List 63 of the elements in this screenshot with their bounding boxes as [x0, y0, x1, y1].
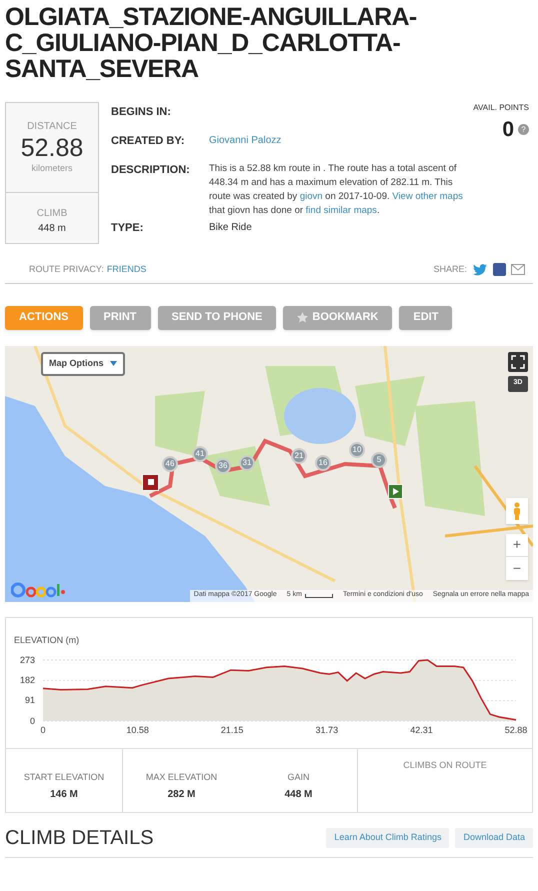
action-button[interactable]: SEND TO PHONE [158, 306, 276, 330]
page-title: OLGIATA_STAZIONE-ANGUILLARA-C_GIULIANO-PIAN_D_CARLOTTA-SANTA_SEVERA [5, 2, 418, 82]
x-tick-label: 0 [39, 724, 46, 736]
map-options-dropdown[interactable]: Map Options [41, 352, 124, 376]
stat-value: 282 M [168, 788, 196, 802]
finish-marker-icon [142, 474, 159, 490]
climb-label: CLIMB [36, 207, 68, 221]
action-button[interactable]: BOOKMARK [283, 306, 392, 330]
y-tick-label: 0 [28, 716, 35, 726]
field-label: CREATED BY: [111, 134, 186, 149]
climbs-label: CLIMBS ON ROUTE [403, 758, 487, 772]
street-view-button[interactable] [506, 498, 528, 524]
x-tick-label: 42.31 [409, 724, 434, 736]
points-label: AVAIL. POINTS [473, 102, 529, 114]
section-title: CLIMB DETAILS [5, 826, 155, 850]
x-tick-label: 10.58 [125, 724, 150, 736]
distance-value: 52.88 [20, 134, 84, 162]
zoom-out-button[interactable]: − [506, 556, 528, 580]
field-label: DESCRIPTION: [111, 163, 191, 178]
share-label: SHARE: [433, 263, 467, 276]
description-link[interactable]: giovn [300, 191, 323, 202]
stat-value: 146 M [50, 788, 78, 802]
stat-label: MAX ELEVATION [146, 770, 218, 784]
creator-link[interactable]: Giovanni Palozz [209, 133, 282, 162]
points-value: 0 [502, 117, 514, 143]
y-tick-label: 273 [18, 654, 35, 664]
climb-button[interactable]: Learn About Climb Ratings [326, 828, 450, 848]
route-type: Bike Ride [209, 221, 252, 235]
help-icon[interactable]: ? [518, 124, 529, 136]
y-tick-label: 182 [18, 674, 35, 685]
email-icon[interactable] [511, 264, 525, 276]
x-tick-label: 21.15 [220, 724, 244, 736]
zoom-in-button[interactable]: + [506, 534, 528, 556]
scale-bar-icon [304, 594, 333, 598]
climb-button[interactable]: Download Data [455, 828, 533, 848]
privacy-label: ROUTE PRIVACY: [29, 263, 104, 276]
privacy-link[interactable]: FRIENDS [106, 263, 146, 276]
stat-value: 448 M [284, 788, 312, 802]
stat-label: START ELEVATION [24, 770, 104, 784]
description-link[interactable]: View other maps [392, 191, 463, 202]
facebook-icon[interactable] [493, 263, 506, 276]
action-button[interactable]: ACTIONS [5, 306, 82, 330]
field-label: BEGINS IN: [111, 105, 172, 120]
description-text: This is a 52.88 km route in . The route has a total ascent of 448.34 m and has a maximum elevation of 282.11 m. This route was created by giovn on 2017-10-09. View other maps that giovn has done or find similar maps. [209, 162, 464, 218]
fullscreen-button[interactable] [508, 352, 528, 372]
field-label: TYPE: [111, 221, 144, 236]
y-tick-label: 91 [24, 695, 35, 706]
twitter-icon[interactable] [473, 264, 487, 276]
description-link[interactable]: find similar maps [306, 205, 377, 216]
distance-unit: kilometers [31, 162, 72, 175]
star-icon [297, 312, 308, 323]
start-marker-icon [388, 484, 403, 498]
caret-icon [110, 361, 116, 366]
stat-label: GAIN [287, 770, 310, 784]
person-icon [512, 502, 522, 520]
google-logo-icon [11, 582, 65, 598]
x-tick-label: 31.73 [314, 724, 340, 736]
chart-title: ELEVATION (m) [14, 634, 80, 647]
climb-value: 448 m [38, 222, 66, 236]
action-button[interactable]: PRINT [90, 306, 150, 330]
distance-label: DISTANCE [27, 120, 77, 134]
action-button[interactable]: EDIT [399, 306, 452, 330]
x-tick-label: 52.88 [504, 724, 528, 736]
